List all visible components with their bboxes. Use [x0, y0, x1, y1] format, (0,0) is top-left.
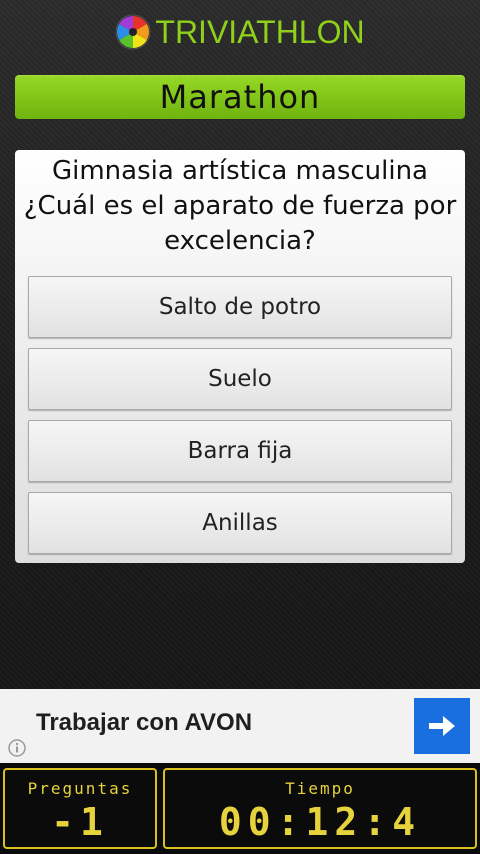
answer-button-2[interactable]: Suelo: [28, 348, 452, 410]
game-mode-label: Marathon: [159, 78, 321, 116]
questions-value: -1: [51, 800, 109, 844]
scoreboard: Preguntas -1 Tiempo 00:12:4: [0, 763, 480, 854]
app-header: TRIVIATHLON: [0, 8, 480, 56]
questions-counter: Preguntas -1: [3, 768, 157, 849]
answer-button-3[interactable]: Barra fija: [28, 420, 452, 482]
time-value: 00:12:4: [218, 800, 422, 844]
questions-label: Preguntas: [27, 779, 133, 798]
answer-list: Salto de potro Suelo Barra fija Anillas: [28, 276, 452, 564]
info-icon[interactable]: [8, 739, 26, 757]
ad-arrow-button[interactable]: [414, 698, 470, 754]
ad-text[interactable]: Trabajar con AVON: [36, 709, 252, 737]
ad-banner[interactable]: Trabajar con AVON: [0, 689, 480, 763]
arrow-right-icon: [429, 716, 455, 736]
time-counter: Tiempo 00:12:4: [163, 768, 477, 849]
triviathlon-wheel-logo: [115, 14, 151, 50]
question-panel: Gimnasia artística masculina ¿Cuál es el…: [15, 150, 465, 563]
answer-button-1[interactable]: Salto de potro: [28, 276, 452, 338]
time-label: Tiempo: [285, 779, 355, 798]
game-mode-bar: Marathon: [15, 75, 465, 119]
answer-button-4[interactable]: Anillas: [28, 492, 452, 554]
question-text: Gimnasia artística masculina ¿Cuál es el…: [23, 156, 457, 256]
app-title: TRIVIATHLON: [155, 14, 365, 50]
